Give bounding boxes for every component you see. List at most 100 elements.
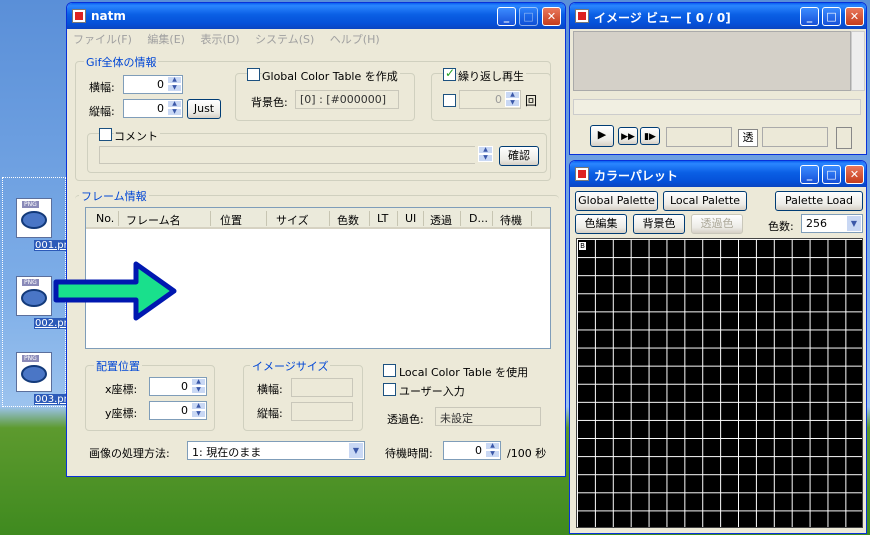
desktop-icon-003[interactable]: PNG 003.png: [4, 352, 78, 410]
image-view-window: イメージ ビュー [ 0 / 0] _ □ ✕ ▶ ▶▶ ▮▶ 透: [569, 2, 867, 155]
drag-arrow-icon: [53, 261, 177, 321]
transparent-color-button[interactable]: 透過色: [691, 214, 743, 234]
wait-stepper[interactable]: 0 ▲ ▼: [443, 441, 501, 460]
image-height-field: [291, 402, 353, 421]
maximize-button[interactable]: □: [822, 7, 841, 26]
palette-load-button[interactable]: Palette Load: [775, 191, 863, 211]
loop-label: 繰り返し再生: [458, 68, 526, 84]
spin-up-icon: ▲: [167, 76, 182, 84]
app-icon: [575, 9, 589, 23]
comment-scroll[interactable]: ▲ ▼: [475, 146, 493, 164]
spin-up-icon: ▲: [478, 146, 493, 154]
col-lt[interactable]: LT: [377, 212, 388, 225]
spin-up-icon: ▲: [505, 91, 520, 99]
palette-grid[interactable]: [576, 238, 863, 528]
comment-checkbox[interactable]: [99, 128, 112, 141]
loop-checkbox[interactable]: [443, 66, 456, 81]
process-select[interactable]: 1: 現在のまま ▼: [187, 441, 365, 460]
user-input-label: ユーザー入力: [399, 385, 465, 398]
color-count-select[interactable]: 256 ▼: [801, 214, 863, 233]
col-size[interactable]: サイズ: [276, 212, 309, 228]
user-input-checkbox[interactable]: [383, 383, 396, 396]
frame-slider[interactable]: [666, 127, 732, 147]
height-stepper[interactable]: 0 ▲ ▼: [123, 99, 183, 118]
y-stepper[interactable]: 0 ▲ ▼: [149, 401, 207, 420]
minimize-button[interactable]: _: [800, 7, 819, 26]
close-button[interactable]: ✕: [845, 7, 864, 26]
horizontal-scrollbar[interactable]: [573, 99, 861, 115]
app-icon: [575, 167, 589, 181]
close-button[interactable]: ✕: [845, 165, 864, 184]
palette-titlebar[interactable]: カラーパレット _ □ ✕: [570, 161, 866, 187]
spin-up-icon: ▲: [191, 378, 206, 386]
vertical-scrollbar[interactable]: [851, 31, 865, 91]
col-frame-name[interactable]: フレーム名: [126, 212, 181, 228]
app-icon: [72, 9, 86, 23]
col-position[interactable]: 位置: [220, 212, 242, 228]
main-titlebar[interactable]: natm _ □ ✕: [67, 3, 565, 29]
menu-help[interactable]: ヘルプ(H): [324, 29, 386, 49]
local-color-table-checkbox[interactable]: [383, 364, 396, 377]
last-frame-button[interactable]: ▮▶: [640, 127, 660, 145]
bg-color-label: 背景色:: [251, 96, 288, 109]
wait-label: 待機時間:: [385, 447, 433, 460]
play-button[interactable]: ▶: [590, 125, 614, 147]
col-d[interactable]: D...: [469, 212, 488, 225]
image-width-field: [291, 378, 353, 397]
just-button[interactable]: Just: [187, 99, 221, 119]
menu-bar: ファイル(F) 編集(E) 表示(D) システム(S) ヘルプ(H): [67, 29, 565, 47]
maximize-button[interactable]: □: [822, 165, 841, 184]
png-file-icon: PNG: [16, 352, 52, 392]
col-wait[interactable]: 待機: [500, 212, 522, 228]
frame-list-header: No. フレーム名 位置 サイズ 色数 LT UI 透過 D... 待機: [86, 208, 550, 229]
loop-count-stepper[interactable]: 0 ▲ ▼: [459, 90, 521, 109]
comment-input[interactable]: [99, 146, 493, 164]
chevron-down-icon[interactable]: ▼: [846, 215, 862, 232]
confirm-button[interactable]: 確認: [499, 146, 539, 166]
spin-down-icon: ▼: [167, 84, 182, 92]
menu-system[interactable]: システム(S): [249, 29, 320, 49]
alpha-slider[interactable]: [762, 127, 828, 147]
loop-count-checkbox[interactable]: [443, 94, 456, 107]
spin-up-icon: ▲: [167, 100, 182, 108]
process-label: 画像の処理方法:: [89, 447, 170, 460]
image-preview-area[interactable]: [573, 31, 851, 91]
bg-color-button[interactable]: 背景色: [633, 214, 685, 234]
main-window: natm _ □ ✕ ファイル(F) 編集(E) 表示(D) システム(S) ヘ…: [66, 2, 566, 477]
local-palette-button[interactable]: Local Palette: [663, 191, 747, 211]
gif-info-title: Gif全体の情報: [84, 54, 159, 70]
spin-down-icon: ▼: [191, 410, 206, 418]
col-transparent[interactable]: 透過: [430, 212, 452, 228]
minimize-button[interactable]: _: [800, 165, 819, 184]
width-stepper[interactable]: 0 ▲ ▼: [123, 75, 183, 94]
col-ui[interactable]: UI: [405, 212, 416, 225]
wait-unit: /100 秒: [507, 447, 547, 460]
menu-edit[interactable]: 編集(E): [141, 29, 191, 49]
transparent-toggle[interactable]: 透: [738, 129, 758, 147]
color-edit-button[interactable]: 色編集: [575, 214, 627, 234]
color-count-label: 色数:: [768, 220, 794, 233]
desktop-icon-001[interactable]: PNG 001.png: [4, 198, 78, 256]
palette-title: カラーパレット: [594, 169, 678, 183]
col-colors[interactable]: 色数: [337, 212, 359, 228]
col-no[interactable]: No.: [96, 212, 114, 225]
spin-down-icon: ▼: [191, 386, 206, 394]
spin-down-icon: ▼: [485, 450, 500, 458]
bg-color-value: [0] : [#000000]: [295, 90, 399, 109]
maximize-button[interactable]: □: [519, 7, 538, 26]
color-swatch[interactable]: [836, 127, 852, 149]
window-title: natm: [91, 9, 126, 23]
minimize-button[interactable]: _: [497, 7, 516, 26]
spin-down-icon: ▼: [505, 99, 520, 107]
y-label: y座標:: [105, 407, 138, 420]
image-size-title: イメージサイズ: [250, 358, 331, 374]
chevron-down-icon[interactable]: ▼: [348, 442, 364, 459]
global-palette-button[interactable]: Global Palette: [575, 191, 658, 211]
next-frame-button[interactable]: ▶▶: [618, 127, 638, 145]
image-view-titlebar[interactable]: イメージ ビュー [ 0 / 0] _ □ ✕: [570, 3, 866, 29]
global-color-table-checkbox[interactable]: [247, 68, 260, 81]
x-stepper[interactable]: 0 ▲ ▼: [149, 377, 207, 396]
menu-view[interactable]: 表示(D): [194, 29, 245, 49]
close-button[interactable]: ✕: [542, 7, 561, 26]
menu-file[interactable]: ファイル(F): [67, 29, 138, 49]
